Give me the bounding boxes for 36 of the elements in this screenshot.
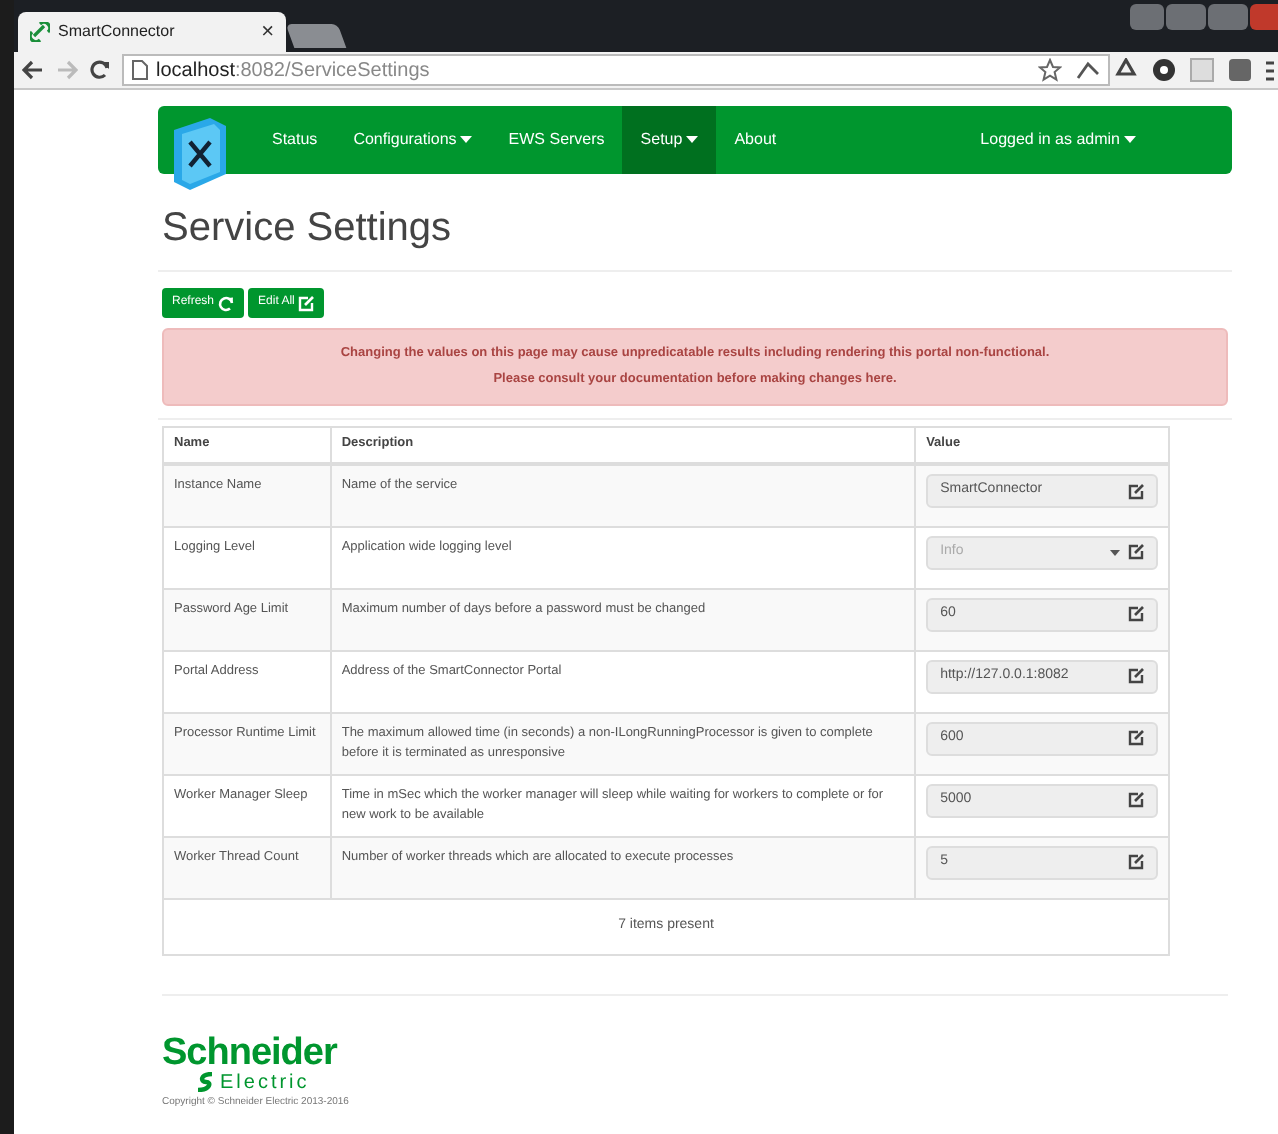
page-title: Service Settings xyxy=(162,204,454,254)
nav-link[interactable]: Configurations xyxy=(335,106,491,174)
menu-icon[interactable] xyxy=(1266,59,1274,81)
edit-icon xyxy=(298,295,315,311)
minimize-button[interactable] xyxy=(1166,4,1206,30)
edit-icon[interactable] xyxy=(1128,854,1144,870)
edit-icon[interactable] xyxy=(1128,606,1144,622)
extension-icon[interactable] xyxy=(1076,58,1100,82)
caret-icon xyxy=(1110,549,1120,555)
nav-link[interactable]: Status xyxy=(254,106,336,174)
edit-icon[interactable] xyxy=(1128,483,1144,499)
back-icon[interactable] xyxy=(22,60,44,80)
close-tab-button[interactable]: × xyxy=(261,15,274,49)
star-icon[interactable] xyxy=(1038,58,1062,82)
edit-icon[interactable] xyxy=(1128,668,1144,684)
edit-icon[interactable] xyxy=(1128,730,1144,746)
refresh-icon xyxy=(218,295,235,311)
nav-link[interactable]: EWS Servers xyxy=(490,106,623,174)
url-text: localhost:8082/ServiceSettings xyxy=(156,57,430,85)
nav-link[interactable]: About xyxy=(716,106,795,174)
extension-icon[interactable] xyxy=(1152,58,1176,82)
reload-icon[interactable] xyxy=(90,60,110,80)
profile-button[interactable] xyxy=(1130,4,1164,30)
user-menu[interactable]: Logged in as admin xyxy=(980,128,1136,152)
nav-link[interactable]: Setup xyxy=(622,106,717,174)
page-icon xyxy=(132,60,148,80)
logo-text: Schneider xyxy=(162,1035,340,1071)
new-tab-button[interactable] xyxy=(285,24,347,48)
logo-subtext: Electric xyxy=(220,1071,310,1093)
tab-title: SmartConnector xyxy=(58,20,177,44)
maximize-button[interactable] xyxy=(1208,4,1248,30)
address-bar[interactable]: localhost:8082/ServiceSettings xyxy=(122,54,1110,86)
browser-tab[interactable]: SmartConnector × xyxy=(18,12,286,52)
logo-swirl-icon xyxy=(194,1072,216,1092)
caret-icon xyxy=(1124,136,1136,144)
edit-icon[interactable] xyxy=(1128,792,1144,808)
